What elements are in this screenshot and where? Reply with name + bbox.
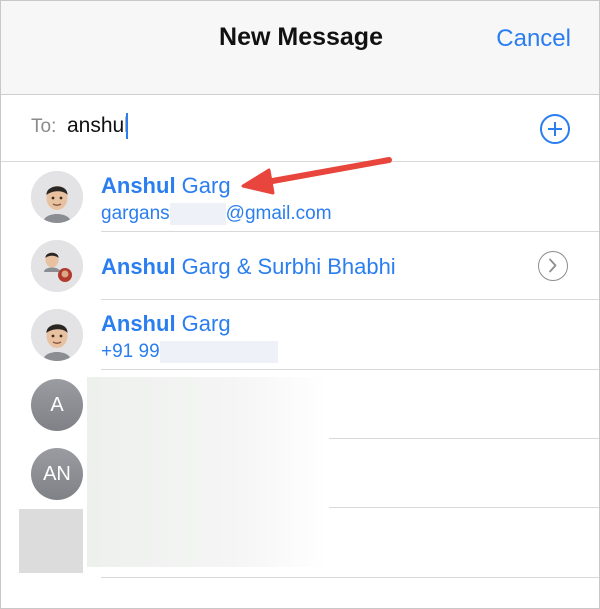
- avatar: [31, 171, 83, 223]
- group-avatar-icon: [31, 240, 83, 292]
- avatar: A: [31, 379, 83, 431]
- name-rest: Garg: [175, 173, 231, 198]
- memoji-avatar-icon: [31, 309, 83, 361]
- matched-text: Anshul: [101, 254, 176, 279]
- cancel-button[interactable]: Cancel: [496, 25, 571, 53]
- group-info-button[interactable]: [538, 251, 568, 281]
- add-contact-button[interactable]: [540, 114, 570, 144]
- name-rest: Garg: [175, 311, 231, 336]
- messages-app-window: New Message Cancel To: anshul Anshul Gar…: [0, 0, 600, 609]
- redacted-region: [87, 377, 329, 567]
- avatar: AN: [31, 448, 83, 500]
- chevron-right-icon: [549, 258, 557, 273]
- redacted-avatar: [19, 509, 83, 573]
- memoji-avatar-icon: [31, 171, 83, 223]
- avatar: [31, 309, 83, 361]
- red-arrow-icon: [241, 157, 392, 195]
- contact-name: Anshul Garg: [101, 173, 231, 199]
- divider: [101, 577, 599, 578]
- list-item[interactable]: Anshul Garg & Surbhi Bhabhi: [1, 232, 599, 300]
- navigation-bar: New Message Cancel: [1, 1, 599, 95]
- to-label: To:: [31, 116, 57, 137]
- email-suffix: @gmail.com: [225, 203, 332, 225]
- avatar: [31, 240, 83, 292]
- list-item[interactable]: Anshul Garg +91 99: [1, 300, 599, 370]
- text-caret: [126, 113, 128, 139]
- redacted-text: [169, 203, 226, 225]
- redacted-text: [159, 341, 278, 363]
- contact-name: Anshul Garg: [101, 311, 231, 337]
- phone-prefix: +91 99: [101, 341, 160, 363]
- matched-text: Anshul: [101, 173, 176, 198]
- matched-text: Anshul: [101, 311, 176, 336]
- contact-name: Anshul Garg & Surbhi Bhabhi: [101, 254, 396, 280]
- name-rest: Garg & Surbhi Bhabhi: [175, 254, 396, 279]
- email-prefix: gargans: [101, 203, 170, 225]
- contact-phone: +91 99: [101, 341, 278, 363]
- contact-email: gargans @gmail.com: [101, 203, 332, 225]
